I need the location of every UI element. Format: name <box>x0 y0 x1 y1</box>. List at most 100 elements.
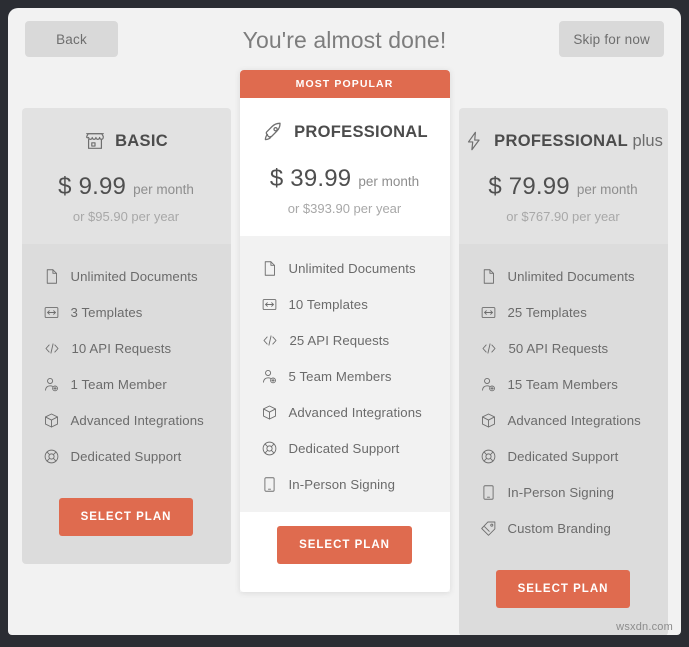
plan-header-professional-plus: PROFESSIONAL plus $ 79.99 per month or $767… <box>458 108 668 244</box>
yearly-price: or $767.90 per year <box>506 209 620 224</box>
feature-item: In-Person Signing <box>480 474 668 510</box>
feature-item: Unlimited Documents <box>480 258 668 294</box>
plan-header-basic: BASIC $ 9.99 per month or $95.90 per year <box>21 108 231 244</box>
feature-label: 25 Templates <box>507 304 587 320</box>
feature-item: Advanced Integrations <box>43 402 231 438</box>
plan-price-row: $ 9.99 per month <box>22 173 231 201</box>
plan-header-professional: PROFESSIONAL $ 39.99 per month or $393.90 p… <box>239 98 450 236</box>
feature-label: 10 API Requests <box>71 340 172 356</box>
select-plan-button-professional-plus[interactable]: SELECT PLAN <box>495 570 631 608</box>
feature-item: Dedicated Support <box>480 438 668 474</box>
lifebuoy-icon <box>261 440 278 457</box>
feature-label: 1 Team Member <box>70 376 167 392</box>
template-icon <box>43 304 60 321</box>
price-period: per month <box>358 174 420 189</box>
shop-icon <box>84 130 106 152</box>
skip-for-now-button[interactable]: Skip for now <box>559 21 664 57</box>
price-amount: 79.99 <box>508 173 570 200</box>
plan-title-row: PROFESSIONAL <box>240 120 450 144</box>
template-icon <box>480 304 497 321</box>
plan-name-text: PROFESSIONAL <box>494 131 628 150</box>
code-icon <box>480 340 498 357</box>
feature-item: 3 Templates <box>43 294 231 330</box>
feature-label: Unlimited Documents <box>288 260 416 276</box>
plan-footer-basic: SELECT PLAN <box>21 484 231 564</box>
plan-name-suffix: plus <box>632 131 663 150</box>
feature-list-professional: Unlimited Documents 10 Templates 25 API Re… <box>239 236 450 512</box>
plan-title-row: PROFESSIONAL plus <box>459 130 668 152</box>
price-period: per month <box>576 182 638 197</box>
plan-footer-professional: SELECT PLAN <box>239 512 450 592</box>
yearly-price: or $393.90 per year <box>287 201 402 216</box>
plan-name: BASIC <box>115 132 168 151</box>
currency-symbol: $ <box>488 173 502 200</box>
feature-item: Unlimited Documents <box>261 250 450 286</box>
feature-item: 10 API Requests <box>43 330 231 366</box>
price-period: per month <box>133 182 194 197</box>
plan-price: $ 79.99 <box>488 173 570 201</box>
select-plan-button-basic[interactable]: SELECT PLAN <box>58 498 194 536</box>
feature-item: 10 Templates <box>261 286 450 322</box>
most-popular-badge: MOST POPULAR <box>239 70 450 98</box>
select-plan-button-professional[interactable]: SELECT PLAN <box>277 526 412 564</box>
plan-card-professional-plus: PROFESSIONAL plus $ 79.99 per month or $767… <box>458 108 668 635</box>
tag-icon <box>480 520 497 537</box>
feature-item: Dedicated Support <box>261 430 450 466</box>
page-panel: Back You're almost done! Skip for now BA… <box>8 8 681 635</box>
document-icon <box>261 260 278 277</box>
cube-icon <box>43 412 60 429</box>
feature-label: 25 API Requests <box>289 332 390 348</box>
plan-name-text: PROFESSIONAL <box>294 122 428 141</box>
team-member-icon <box>43 376 60 393</box>
yearly-price: or $95.90 per year <box>72 209 180 224</box>
feature-label: 50 API Requests <box>508 340 609 356</box>
plan-price: $ 39.99 <box>270 165 352 193</box>
plan-name: PROFESSIONAL <box>294 123 428 142</box>
feature-label: Dedicated Support <box>507 448 619 464</box>
team-member-icon <box>261 368 278 385</box>
feature-item: 25 API Requests <box>261 322 450 358</box>
pricing-plans: BASIC $ 9.99 per month or $95.90 per year Un… <box>8 70 681 635</box>
plan-price-row: $ 79.99 per month <box>459 173 668 201</box>
currency-symbol: $ <box>58 173 72 200</box>
currency-symbol: $ <box>269 165 284 192</box>
lifebuoy-icon <box>43 448 60 465</box>
lifebuoy-icon <box>480 448 497 465</box>
feature-label: Unlimited Documents <box>507 268 635 284</box>
feature-label: Dedicated Support <box>70 448 182 464</box>
team-member-icon <box>480 376 497 393</box>
feature-label: In-Person Signing <box>507 484 615 500</box>
plan-card-professional: MOST POPULAR PROFESSIONAL $ 39.99 per month… <box>239 70 450 592</box>
rocket-icon <box>261 120 285 144</box>
feature-label: 5 Team Members <box>288 368 392 384</box>
document-icon <box>43 268 60 285</box>
feature-label: Advanced Integrations <box>70 412 204 428</box>
feature-item: 1 Team Member <box>43 366 231 402</box>
tablet-icon <box>261 476 278 493</box>
tablet-icon <box>480 484 497 501</box>
feature-list-professional-plus: Unlimited Documents 25 Templates 50 API Re… <box>458 244 668 556</box>
feature-label: Custom Branding <box>507 520 611 536</box>
feature-item: Advanced Integrations <box>261 394 450 430</box>
feature-label: Advanced Integrations <box>507 412 641 428</box>
document-icon <box>480 268 497 285</box>
plan-name-text: BASIC <box>115 131 168 150</box>
cube-icon <box>261 404 278 421</box>
bolt-icon <box>463 130 485 152</box>
price-amount: 9.99 <box>78 173 127 200</box>
feature-label: Dedicated Support <box>288 440 400 456</box>
plan-title-row: BASIC <box>22 130 231 152</box>
plan-price-row: $ 39.99 per month <box>240 165 450 193</box>
feature-item: 15 Team Members <box>480 366 668 402</box>
feature-item: Dedicated Support <box>43 438 231 474</box>
feature-label: Advanced Integrations <box>288 404 422 420</box>
watermark: wsxdn.com <box>616 621 673 633</box>
feature-label: 10 Templates <box>288 296 368 312</box>
feature-label: 15 Team Members <box>507 376 618 392</box>
feature-item: 50 API Requests <box>480 330 668 366</box>
feature-item: 25 Templates <box>480 294 668 330</box>
page-header: Back You're almost done! Skip for now <box>8 8 681 70</box>
feature-item: 5 Team Members <box>261 358 450 394</box>
plan-price: $ 9.99 <box>58 173 126 201</box>
feature-item: Unlimited Documents <box>43 258 231 294</box>
